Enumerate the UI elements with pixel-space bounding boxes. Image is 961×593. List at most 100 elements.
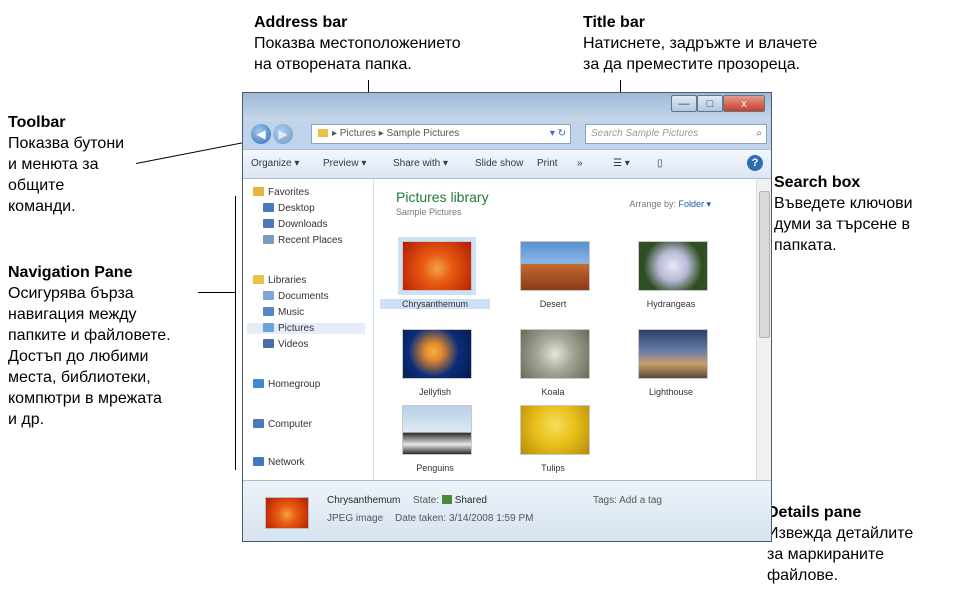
nav-item-pictures[interactable]: Pictures — [247, 323, 365, 334]
callout-text: общите — [8, 177, 65, 194]
callout-text: файлове. — [767, 567, 839, 584]
search-placeholder: Search Sample Pictures — [591, 128, 699, 139]
close-button[interactable]: x — [723, 95, 765, 112]
recent-places-icon — [263, 235, 274, 244]
file-name[interactable]: Penguins — [380, 463, 490, 473]
nav-item-libraries[interactable]: Libraries — [253, 275, 306, 286]
callout-text: компютри в мрежата — [8, 390, 162, 407]
forward-button[interactable]: ▶ — [273, 124, 293, 144]
callout-text: и менюта за — [8, 156, 99, 173]
callout-text: и др. — [8, 411, 45, 428]
arrange-by-dropdown[interactable]: Folder ▾ — [678, 199, 711, 209]
file-name[interactable]: Hydrangeas — [616, 299, 726, 309]
callout-text: Достъп до любими — [8, 348, 149, 365]
callout-title: Details pane — [767, 504, 862, 521]
nav-item-homegroup[interactable]: Homegroup — [253, 379, 320, 390]
details-file-name: Chrysanthemum — [327, 495, 401, 506]
share-with-button[interactable]: Share with ▾ — [393, 158, 448, 169]
file-name[interactable]: Jellyfish — [380, 387, 490, 397]
thumbnail-hydrangeas[interactable] — [638, 241, 708, 291]
callout-text: папките и файловете. — [8, 327, 171, 344]
thumbnail-desert[interactable] — [520, 241, 590, 291]
toolbar: Organize ▾ Preview ▾ Share with ▾ Slide … — [243, 149, 771, 179]
slide-show-button[interactable]: Slide show — [475, 158, 523, 169]
details-date-taken: Date taken: 3/14/2008 1:59 PM — [395, 513, 534, 524]
details-file-type: JPEG image — [327, 513, 384, 524]
callout-text: Въведете ключови — [774, 195, 913, 212]
file-name[interactable]: Chrysanthemum — [380, 299, 490, 309]
scrollbar[interactable] — [756, 179, 771, 481]
caption-buttons: — □ x — [671, 95, 765, 112]
callout-text: навигация между — [8, 306, 137, 323]
nav-item-videos[interactable]: Videos — [263, 339, 308, 350]
nav-item-documents[interactable]: Documents — [263, 291, 329, 302]
callout-title: Title bar — [583, 14, 645, 31]
downloads-icon — [263, 219, 274, 228]
libraries-icon — [253, 275, 264, 284]
back-button[interactable]: ◀ — [251, 124, 271, 144]
thumbnail-chrysanthemum[interactable] — [398, 237, 476, 295]
thumbnail-jellyfish[interactable] — [402, 329, 472, 379]
library-title: Pictures library — [396, 189, 489, 205]
address-bar[interactable]: ▸ Pictures ▸ Sample Pictures ▾ ↻ — [311, 124, 571, 144]
folder-icon — [318, 129, 328, 137]
search-icon[interactable]: ⌕ — [756, 125, 762, 143]
shared-icon — [441, 495, 452, 504]
views-button[interactable]: ☰ ▾ — [613, 158, 630, 169]
explorer-window: — □ x ◀ ▶ ▸ Pictures ▸ Sample Pictures ▾… — [242, 92, 772, 542]
thumbnail-koala[interactable] — [520, 329, 590, 379]
callout-text: за да преместите прозореца. — [583, 56, 801, 73]
scrollbar-thumb[interactable] — [759, 191, 770, 338]
refresh-icon[interactable]: ▾ ↻ — [550, 125, 566, 143]
search-box[interactable]: Search Sample Pictures ⌕ — [585, 124, 767, 144]
preview-button[interactable]: Preview ▾ — [323, 158, 366, 169]
more-commands-button[interactable]: » — [577, 158, 583, 169]
help-icon[interactable]: ? — [747, 155, 763, 171]
navigation-pane-bracket-line — [235, 196, 236, 470]
thumbnail-tulips[interactable] — [520, 405, 590, 455]
add-tag-field[interactable]: Add a tag — [619, 495, 662, 506]
callout-text: Извежда детайлите — [767, 525, 914, 542]
navigation-pane-callout: Navigation Pane Осигурява бърза навигаци… — [8, 262, 171, 430]
computer-icon — [253, 419, 264, 428]
music-icon — [263, 307, 274, 316]
title-bar-callout: Title bar Натиснете, задръжте и влачете … — [583, 12, 817, 75]
navigation-row: ◀ ▶ ▸ Pictures ▸ Sample Pictures ▾ ↻ Sea… — [247, 121, 767, 147]
callout-text: Осигурява бърза — [8, 285, 134, 302]
nav-item-network[interactable]: Network — [253, 457, 305, 468]
callout-text: папката. — [774, 237, 837, 254]
toolbar-callout: Toolbar Показва бутони и менюта за общит… — [8, 112, 124, 217]
file-name[interactable]: Koala — [498, 387, 608, 397]
pictures-icon — [263, 323, 274, 332]
thumbnail-lighthouse[interactable] — [638, 329, 708, 379]
homegroup-icon — [253, 379, 264, 388]
network-icon — [253, 457, 264, 466]
callout-text: Натиснете, задръжте и влачете — [583, 35, 818, 52]
details-tags: Tags: Add a tag — [593, 495, 662, 506]
callout-text: Показва местоположението — [254, 35, 461, 52]
nav-item-desktop[interactable]: Desktop — [263, 203, 315, 214]
nav-item-favorites[interactable]: Favorites — [253, 187, 309, 198]
minimize-button[interactable]: — — [671, 95, 697, 112]
navigation-pane: Favorites Desktop Downloads Recent Place… — [243, 179, 374, 481]
organize-button[interactable]: Organize ▾ — [251, 158, 299, 169]
videos-icon — [263, 339, 274, 348]
nav-item-downloads[interactable]: Downloads — [263, 219, 327, 230]
file-list: Pictures library Sample Pictures Arrange… — [374, 179, 757, 481]
nav-item-music[interactable]: Music — [263, 307, 304, 318]
navigation-pane-leader-line — [198, 292, 235, 293]
title-bar[interactable]: — □ x — [243, 93, 771, 121]
nav-item-recent-places[interactable]: Recent Places — [263, 235, 342, 246]
maximize-button[interactable]: □ — [697, 95, 723, 112]
preview-pane-icon[interactable]: ▯ — [657, 158, 663, 169]
documents-icon — [263, 291, 274, 300]
thumbnail-penguins[interactable] — [402, 405, 472, 455]
file-name[interactable]: Tulips — [498, 463, 608, 473]
nav-item-computer[interactable]: Computer — [253, 419, 312, 430]
callout-text: команди. — [8, 198, 76, 215]
callout-title: Search box — [774, 174, 861, 191]
print-button[interactable]: Print — [537, 158, 558, 169]
callout-text: Показва бутони — [8, 135, 125, 152]
file-name[interactable]: Desert — [498, 299, 608, 309]
file-name[interactable]: Lighthouse — [616, 387, 726, 397]
